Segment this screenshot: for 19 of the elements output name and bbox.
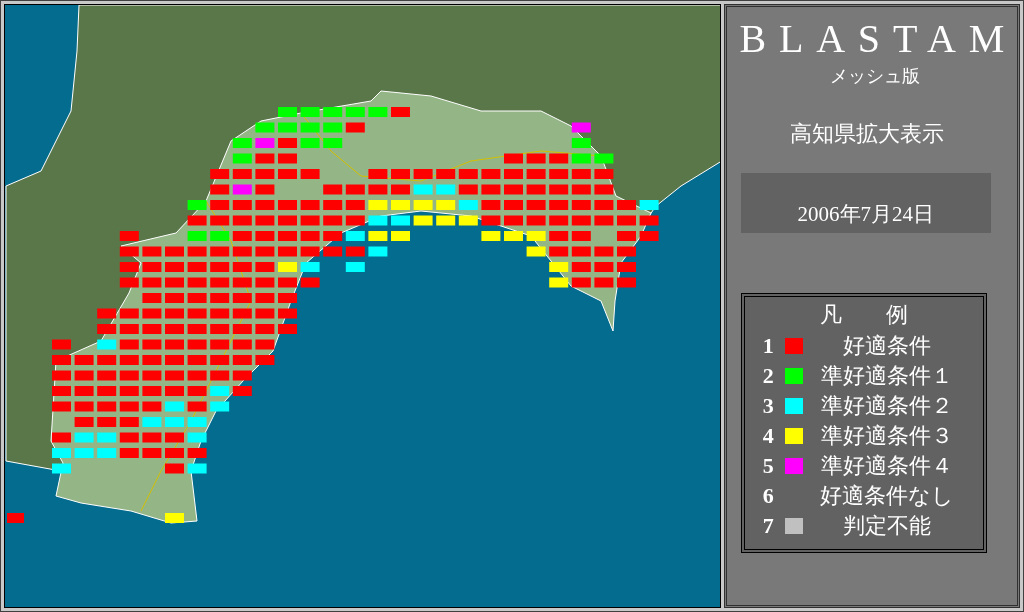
legend-label: 好適条件 xyxy=(841,333,932,359)
legend-number: 1 xyxy=(762,333,775,359)
legend-label: 判定不能 xyxy=(841,513,932,539)
date-label: 2006年7月24日 xyxy=(797,201,935,227)
app-title: BLASTAM xyxy=(738,17,1017,61)
legend-title: 凡 例 xyxy=(818,301,919,329)
legend-number: 5 xyxy=(762,453,775,479)
legend-label: 準好適条件３ xyxy=(819,423,954,449)
app-subtitle: メッシュ版 xyxy=(829,65,920,87)
legend-number: 7 xyxy=(762,513,775,539)
legend-number: 6 xyxy=(762,483,775,509)
region-label: 高知県拡大表示 xyxy=(789,121,944,147)
legend-number: 2 xyxy=(762,363,775,389)
legend-label: 準好適条件１ xyxy=(819,363,954,389)
legend-label: 準好適条件４ xyxy=(819,453,954,479)
legend-number: 3 xyxy=(762,393,775,419)
legend-label: 好適条件なし xyxy=(818,483,955,509)
legend-number: 4 xyxy=(762,423,775,449)
legend-label: 準好適条件２ xyxy=(819,393,954,419)
